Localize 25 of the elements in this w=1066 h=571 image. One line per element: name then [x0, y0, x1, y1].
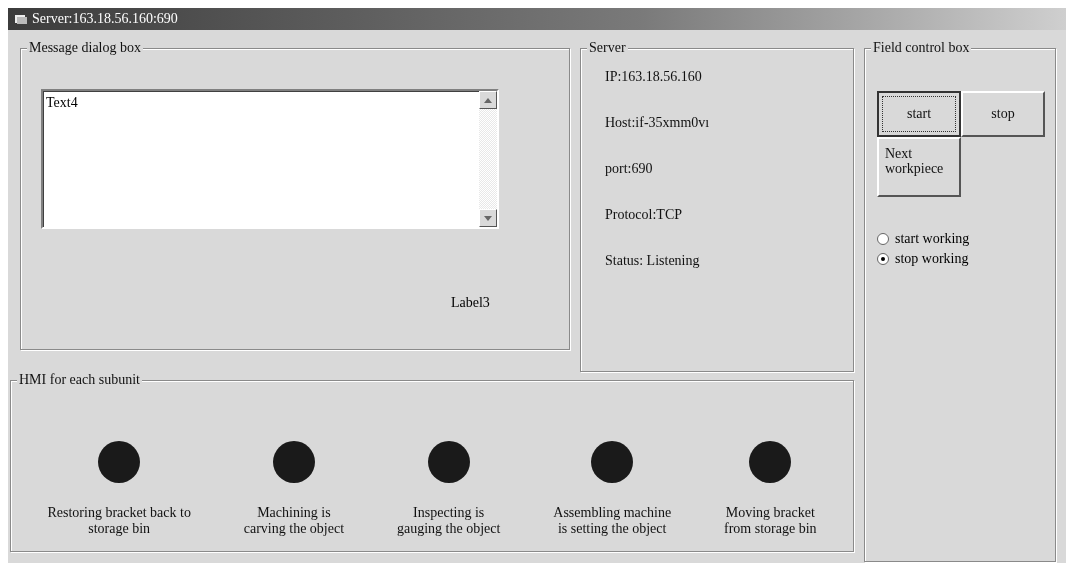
server-info: Protocol:TCP [605, 207, 683, 223]
unit-label: Machining is carving the object [243, 505, 345, 537]
status-label: Label3 [451, 295, 490, 311]
unit-label: Inspecting is gauging the object [396, 505, 501, 537]
scroll-up-icon[interactable] [479, 91, 497, 109]
group-title: Message dialog box [27, 40, 143, 56]
radio-button[interactable] [877, 253, 889, 265]
unit-label: Restoring bracket back to storage bin [47, 505, 191, 537]
server-info: port:690 [605, 161, 654, 177]
window-icon [14, 13, 28, 25]
scrollbar[interactable] [479, 91, 497, 227]
scroll-down-icon[interactable] [479, 209, 497, 227]
unit-label: Moving bracket from storage bin [724, 505, 817, 537]
radio-label[interactable]: stop working [895, 251, 969, 267]
radio-button[interactable] [877, 233, 889, 245]
server-info: Status: Listening [605, 253, 701, 269]
radio-label[interactable]: start working [895, 231, 970, 247]
text-area[interactable]: Text4 [41, 89, 499, 229]
stop-button[interactable]: stop [961, 91, 1045, 137]
unit-label: Assembling machine is setting the object [553, 505, 672, 537]
server-info: IP:163.18.56.160 [605, 69, 703, 85]
start-button[interactable]: start [877, 91, 961, 137]
next-button[interactable]: Next workpiece [877, 137, 961, 197]
window-title: Server:163.18.56.160:690 [32, 11, 178, 27]
server-info: Host:if-35xmm0vı [605, 115, 711, 131]
